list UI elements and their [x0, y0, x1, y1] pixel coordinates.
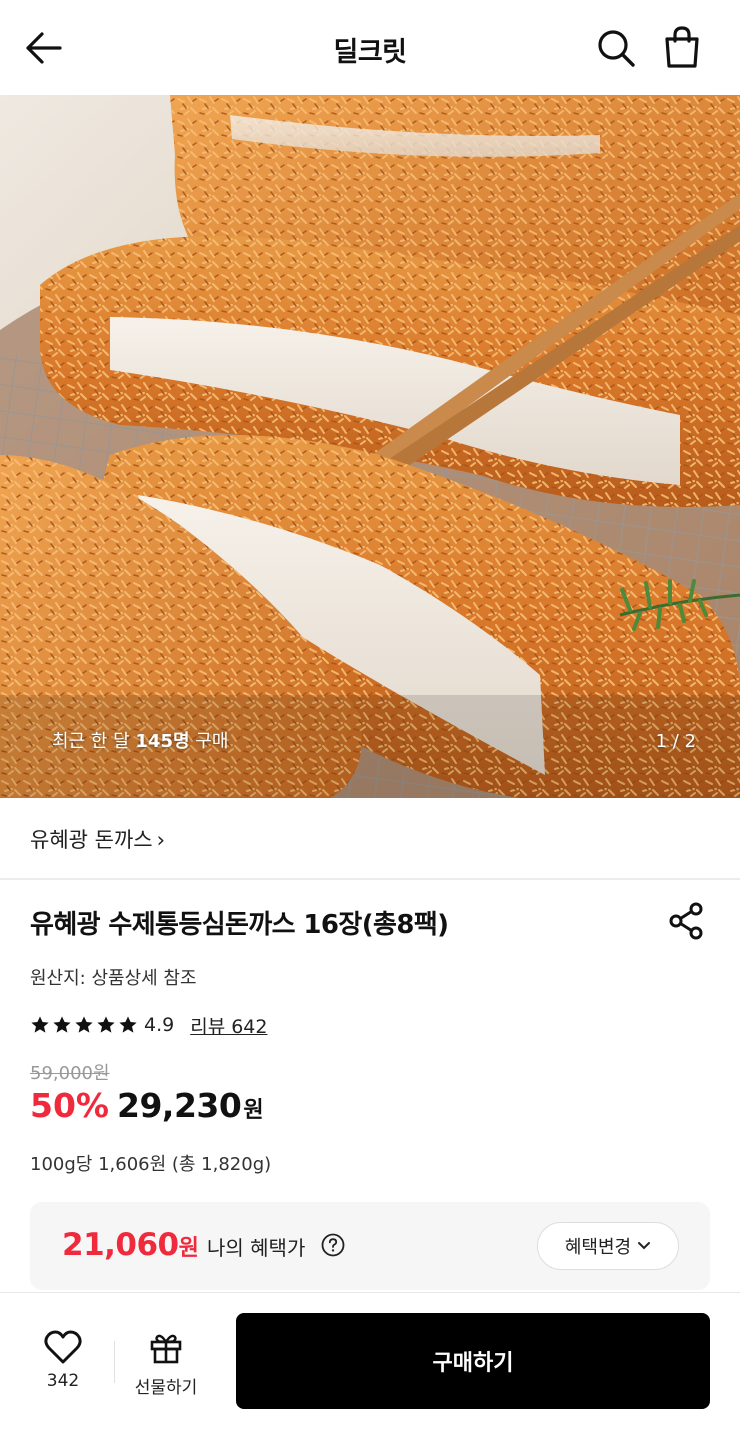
- gift-label: 선물하기: [134, 1378, 198, 1398]
- star-rating: [30, 1015, 138, 1035]
- benefit-price: 21,060원: [62, 1227, 199, 1263]
- brand-link[interactable]: 유혜광 돈까스 ›: [30, 824, 165, 854]
- chevron-right-icon: ›: [156, 828, 166, 852]
- star-icon: [31, 1016, 49, 1033]
- price-row: 50% 29,230 원: [30, 1086, 264, 1125]
- sale-price: 29,230: [117, 1086, 242, 1125]
- help-icon[interactable]: [321, 1233, 345, 1257]
- like-count: 342: [46, 1371, 80, 1391]
- rating-row: 4.9 리뷰 642: [30, 1012, 267, 1038]
- star-icon: [119, 1016, 137, 1033]
- benefit-change-button[interactable]: 혜택변경: [537, 1222, 679, 1270]
- star-icon: [53, 1016, 71, 1033]
- heart-icon: [44, 1330, 82, 1364]
- benefit-price-box: 21,060원 나의 혜택가 혜택변경: [30, 1202, 710, 1290]
- benefit-label: 나의 혜택가: [207, 1236, 306, 1260]
- shopping-bag-icon[interactable]: [660, 24, 704, 70]
- star-icon: [75, 1016, 93, 1033]
- unit-price: 100g당 1,606원 (총 1,820g): [30, 1154, 272, 1175]
- divider: [0, 878, 740, 880]
- discount-rate: 50%: [30, 1086, 109, 1125]
- product-image-gallery[interactable]: 최근 한 달 145명 구매 1 / 2: [0, 95, 740, 798]
- gift-icon: [150, 1334, 182, 1364]
- original-price: 59,000원: [30, 1063, 110, 1084]
- gift-button[interactable]: 선물하기: [126, 1331, 206, 1398]
- price-unit: 원: [243, 1098, 264, 1123]
- bottom-action-bar: 342 선물하기 구매하기: [0, 1292, 740, 1440]
- like-button[interactable]: 342: [30, 1329, 96, 1391]
- benefit-change-label: 혜택변경: [564, 1237, 632, 1258]
- product-title: 유혜광 수제통등심돈까스 16장(총8팩): [30, 910, 449, 940]
- review-link[interactable]: 리뷰 642: [190, 1012, 267, 1039]
- image-pager: 1 / 2: [655, 731, 696, 752]
- rating-score: 4.9: [144, 1014, 175, 1036]
- origin-info: 원산지: 상품상세 참조: [30, 968, 197, 989]
- product-photo: [0, 95, 740, 798]
- buy-button[interactable]: 구매하기: [236, 1313, 710, 1409]
- chevron-down-icon: [638, 1242, 651, 1250]
- search-icon[interactable]: [594, 26, 638, 70]
- divider: [114, 1341, 115, 1383]
- recent-purchase-caption: 최근 한 달 145명 구매: [52, 731, 229, 752]
- top-bar: 딜크릿: [0, 0, 740, 95]
- share-icon[interactable]: [666, 900, 708, 942]
- star-icon: [97, 1016, 115, 1033]
- brand-name: 유혜광 돈까스: [30, 828, 153, 852]
